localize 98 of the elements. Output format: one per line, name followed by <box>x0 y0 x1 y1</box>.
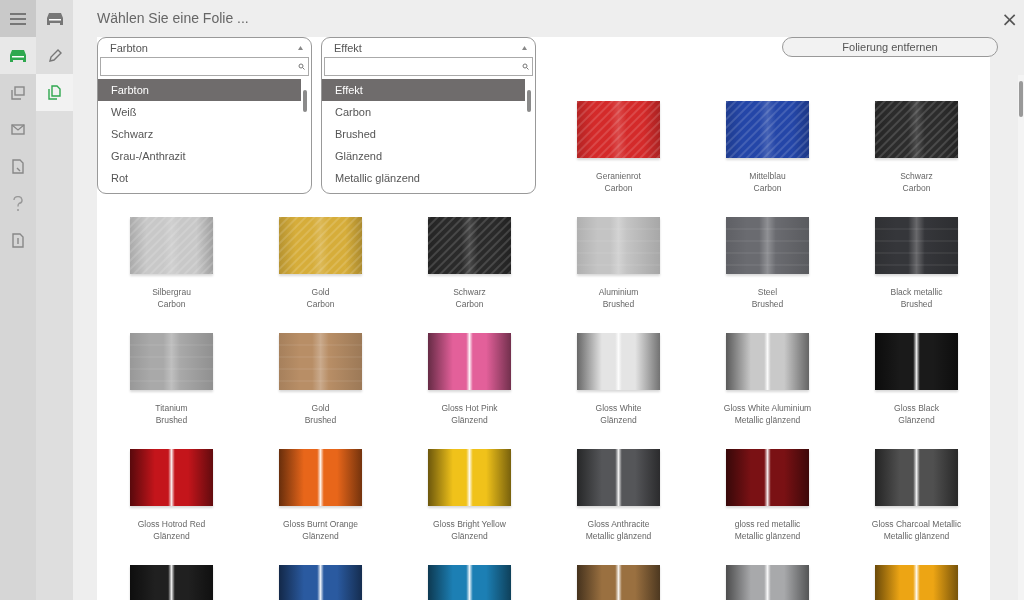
foil-effect: Brushed <box>602 298 635 310</box>
foil-effect: Glänzend <box>153 530 190 542</box>
foil-swatch[interactable] <box>428 449 511 506</box>
foil-swatch[interactable] <box>428 333 511 390</box>
foil-effect: Brushed <box>751 298 784 310</box>
foil-name: Gold <box>311 286 330 298</box>
foil-swatch[interactable] <box>726 449 809 506</box>
foil-name: Gloss Burnt Orange <box>282 518 359 530</box>
foil-effect: Glänzend <box>898 414 935 426</box>
foil-swatch[interactable] <box>130 333 213 390</box>
document-icon <box>12 233 24 248</box>
foil-effect: Carbon <box>753 182 782 194</box>
search-field[interactable] <box>100 57 309 76</box>
foil-swatch[interactable] <box>726 101 809 158</box>
foil-name: Mittelblau <box>749 170 786 182</box>
filter-dropdown[interactable]: Effekt Effekt Carbon Brushed Glänzend Metallic glänzend <box>321 37 536 194</box>
foil-effect: Brushed <box>304 414 337 426</box>
foil-swatch[interactable] <box>577 217 660 274</box>
dropdown-option[interactable]: Rot <box>98 167 301 189</box>
dropdown-option[interactable]: Metallic glänzend <box>322 167 525 189</box>
foil-name: Gloss Anthracite <box>587 518 650 530</box>
car-icon <box>8 48 28 63</box>
menu-icon <box>9 11 27 26</box>
close-button[interactable]: × <box>1001 9 1018 29</box>
foil-name: Gloss Black <box>894 402 939 414</box>
subrail-button[interactable] <box>36 74 73 111</box>
foil-name: Gloss White <box>595 402 642 414</box>
foil-name: Black metallic <box>890 286 943 298</box>
foil-swatch[interactable] <box>577 101 660 158</box>
foil-swatch[interactable] <box>875 217 958 274</box>
foil-effect: Metallic glänzend <box>734 530 801 542</box>
foil-swatch[interactable] <box>130 217 213 274</box>
dropdown-option[interactable]: Grau-/Anthrazit <box>98 145 301 167</box>
foil-effect: Brushed <box>155 414 188 426</box>
foil-effect: Metallic glänzend <box>883 530 950 542</box>
search-icon <box>522 63 529 70</box>
foil-name: gloss red metallic <box>734 518 801 530</box>
caret-icon <box>298 46 303 50</box>
filter-dropdown[interactable]: Farbton Farbton Weiß Schwarz Grau-/Anthrazit Rot <box>97 37 312 194</box>
gallery-icon <box>11 85 25 100</box>
foil-swatch[interactable] <box>875 449 958 506</box>
foil-effect: Carbon <box>902 182 931 194</box>
foil-swatch[interactable] <box>279 449 362 506</box>
search-field[interactable] <box>324 57 533 76</box>
foil-swatch[interactable] <box>577 449 660 506</box>
dropdown-option[interactable]: Glänzend <box>322 145 525 167</box>
foil-effect: Carbon <box>157 298 186 310</box>
dropdown-label: Farbton <box>110 42 148 54</box>
foil-effect: Glänzend <box>600 414 637 426</box>
foil-name: Geranienrot <box>596 170 641 182</box>
foil-name: Gloss Bright Yellow <box>433 518 506 530</box>
foil-swatch[interactable] <box>279 217 362 274</box>
dropdown-label: Effekt <box>334 42 362 54</box>
dropdown-option[interactable]: Schwarz <box>98 123 301 145</box>
foil-effect: Carbon <box>604 182 633 194</box>
mail-icon <box>11 124 25 135</box>
foil-effect: Glänzend <box>451 530 488 542</box>
foil-name: Gloss Charcoal Metallic <box>871 518 962 530</box>
dropdown-option[interactable]: Carbon <box>322 101 525 123</box>
dropdown-option[interactable]: Weiß <box>98 101 301 123</box>
foil-swatch[interactable] <box>577 333 660 390</box>
foil-effect: Brushed <box>900 298 933 310</box>
foil-effect: Metallic glänzend <box>734 414 801 426</box>
caret-icon <box>522 46 527 50</box>
foil-effect: Carbon <box>306 298 335 310</box>
foil-effect: Carbon <box>455 298 484 310</box>
foil-name: Silbergrau <box>152 286 191 298</box>
scrollbar[interactable] <box>1018 75 1024 600</box>
foil-name: Gloss Hot Pink <box>441 402 498 414</box>
search-icon <box>298 63 305 70</box>
car-icon <box>44 11 65 26</box>
foil-swatch[interactable] <box>875 101 958 158</box>
dropdown-option[interactable]: Farbton <box>98 79 301 101</box>
foil-swatch[interactable] <box>279 333 362 390</box>
foil-name: Gloss Hotrod Red <box>137 518 206 530</box>
foil-swatch[interactable] <box>130 449 213 506</box>
copy-icon <box>48 85 61 100</box>
foil-name: Gloss White Aluminium <box>723 402 812 414</box>
foil-swatch[interactable] <box>726 333 809 390</box>
foil-effect: Glänzend <box>302 530 339 542</box>
foil-name: Titanium <box>155 402 188 414</box>
foil-name: Schwarz <box>453 286 486 298</box>
foil-swatch[interactable] <box>428 217 511 274</box>
remove-foil-button[interactable]: Folierung entfernen <box>782 37 998 57</box>
dropdown-option[interactable]: Effekt <box>322 79 525 101</box>
foil-name: Gold <box>311 402 330 414</box>
pencil-icon <box>47 48 62 63</box>
foil-swatch[interactable] <box>726 217 809 274</box>
dialog-title: Wählen Sie eine Folie ... <box>97 10 249 26</box>
dropdown-option[interactable]: Brushed <box>322 123 525 145</box>
document-icon <box>12 159 24 174</box>
foil-name: Steel <box>757 286 778 298</box>
foil-name: Aluminium <box>598 286 639 298</box>
foil-swatch[interactable] <box>875 333 958 390</box>
help-icon <box>13 195 23 212</box>
foil-effect: Glänzend <box>451 414 488 426</box>
foil-name: Schwarz <box>900 170 933 182</box>
foil-effect: Metallic glänzend <box>585 530 652 542</box>
